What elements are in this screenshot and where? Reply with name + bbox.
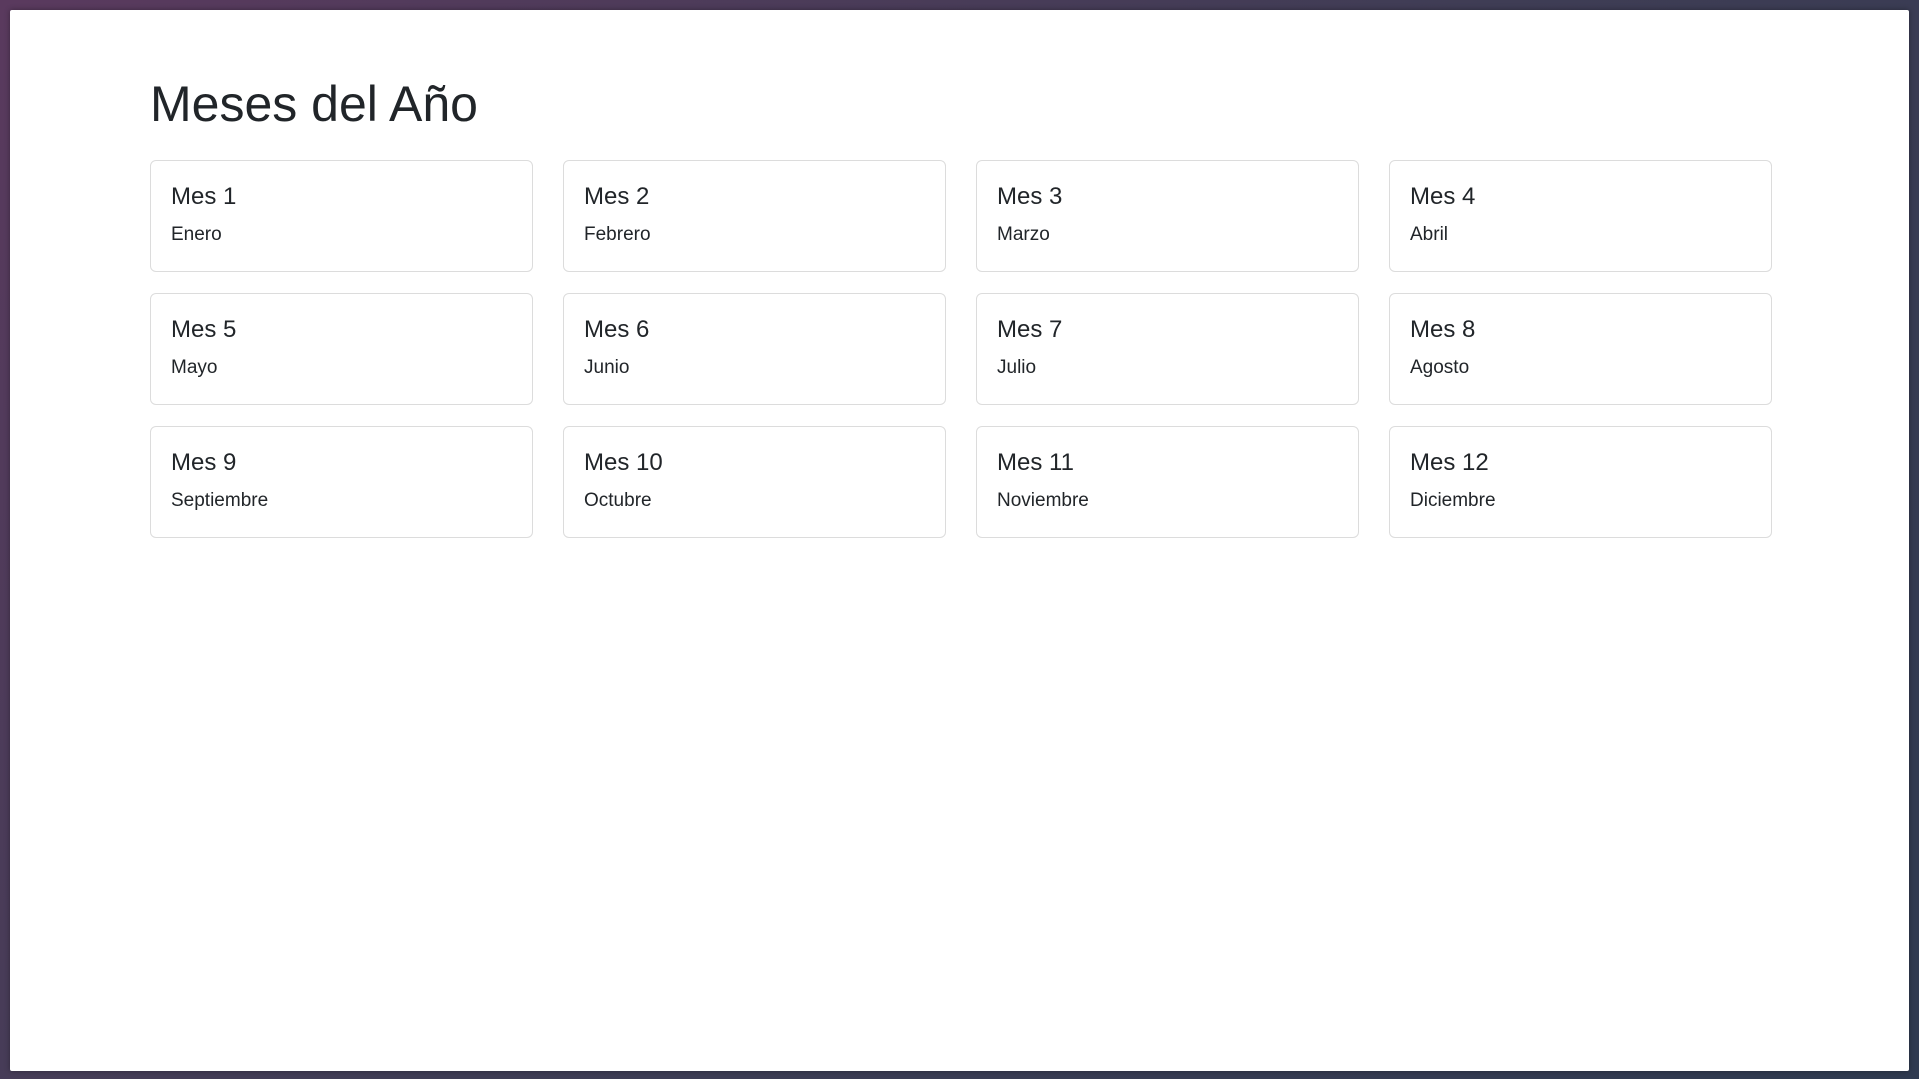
month-card-12[interactable]: Mes 12 Diciembre <box>1389 426 1772 538</box>
month-card-name: Febrero <box>584 223 651 245</box>
month-card-name: Agosto <box>1410 356 1470 378</box>
month-card-name: Abril <box>1410 223 1449 245</box>
month-card-name: Mayo <box>171 356 218 378</box>
month-card-name: Noviembre <box>997 489 1089 511</box>
month-card-6[interactable]: Mes 6 Junio <box>563 293 946 405</box>
month-card-title: Mes 2 <box>584 183 650 210</box>
month-card-10[interactable]: Mes 10 Octubre <box>563 426 946 538</box>
month-card-name: Octubre <box>584 489 652 511</box>
month-card-2[interactable]: Mes 2 Febrero <box>563 160 946 272</box>
month-card-title: Mes 8 <box>1410 316 1476 343</box>
month-card-9[interactable]: Mes 9 Septiembre <box>150 426 533 538</box>
month-card-5[interactable]: Mes 5 Mayo <box>150 293 533 405</box>
month-card-name: Junio <box>584 356 630 378</box>
month-card-4[interactable]: Mes 4 Abril <box>1389 160 1772 272</box>
page-title: Meses del Año <box>150 76 478 132</box>
month-card-title: Mes 3 <box>997 183 1063 210</box>
month-card-7[interactable]: Mes 7 Julio <box>976 293 1359 405</box>
month-card-title: Mes 1 <box>171 183 237 210</box>
months-grid: Mes 1 Enero Mes 2 Febrero Mes 3 Marzo Me… <box>150 160 1772 538</box>
month-card-11[interactable]: Mes 11 Noviembre <box>976 426 1359 538</box>
month-card-title: Mes 10 <box>584 449 663 476</box>
month-card-title: Mes 9 <box>171 449 237 476</box>
month-card-8[interactable]: Mes 8 Agosto <box>1389 293 1772 405</box>
month-card-1[interactable]: Mes 1 Enero <box>150 160 533 272</box>
month-card-title: Mes 7 <box>997 316 1063 343</box>
month-card-title: Mes 4 <box>1410 183 1476 210</box>
browser-window: Meses del Año Mes 1 Enero Mes 2 Febrero … <box>10 10 1909 1071</box>
month-card-name: Marzo <box>997 223 1050 245</box>
month-card-title: Mes 6 <box>584 316 650 343</box>
month-card-name: Septiembre <box>171 489 269 511</box>
month-card-title: Mes 12 <box>1410 449 1489 476</box>
month-card-title: Mes 11 <box>997 449 1074 476</box>
month-card-name: Enero <box>171 223 222 245</box>
month-card-name: Diciembre <box>1410 489 1496 511</box>
month-card-title: Mes 5 <box>171 316 237 343</box>
month-card-name: Julio <box>997 356 1037 378</box>
month-card-3[interactable]: Mes 3 Marzo <box>976 160 1359 272</box>
